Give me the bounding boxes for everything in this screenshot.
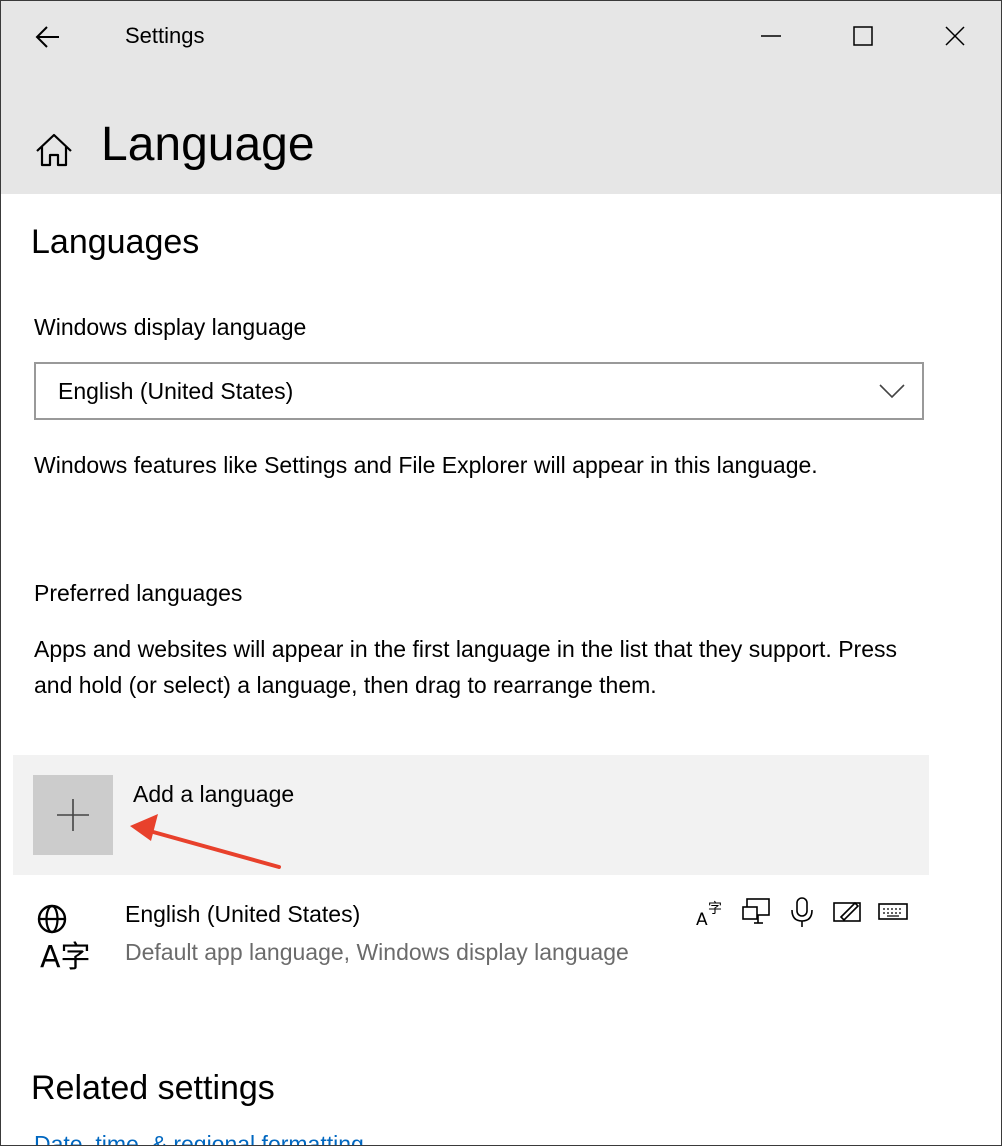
home-icon[interactable] (31, 129, 77, 173)
languages-heading: Languages (31, 223, 200, 261)
close-button[interactable] (923, 11, 987, 61)
display-language-dropdown[interactable]: English (United States) (34, 362, 924, 420)
svg-text:A: A (696, 910, 708, 929)
preferred-languages-description: Apps and websites will appear in the fir… (34, 636, 897, 698)
title-bar: Settings Language (1, 1, 1001, 194)
text-to-speech-icon: A 字 (696, 901, 722, 929)
settings-window: Settings Language Languages Windows disp… (0, 0, 1002, 1146)
back-arrow-icon (35, 26, 59, 48)
plus-icon (57, 799, 89, 831)
installed-language-name[interactable]: English (United States) (125, 901, 360, 928)
add-language-label: Add a language (133, 781, 295, 807)
add-icon-tile (33, 775, 113, 855)
close-icon (945, 26, 965, 46)
chevron-down-icon (879, 384, 905, 399)
back-button[interactable] (23, 15, 73, 59)
minimize-icon (761, 35, 781, 37)
minimize-button[interactable] (739, 11, 803, 61)
page-title: Language (101, 118, 315, 171)
display-language-value: English (United States) (58, 378, 294, 404)
speech-icon (791, 897, 813, 927)
handwriting-icon (833, 901, 861, 922)
svg-text:字: 字 (708, 901, 722, 917)
window-title: Settings (125, 23, 205, 48)
keyboard-icon (878, 903, 908, 920)
preferred-languages-label: Preferred languages (34, 580, 243, 606)
display-language-description: Windows features like Settings and File … (34, 452, 818, 478)
related-settings-heading: Related settings (31, 1069, 275, 1107)
installed-language-detail: Default app language, Windows display la… (125, 939, 629, 965)
maximize-button[interactable] (831, 11, 895, 61)
maximize-icon (853, 26, 873, 46)
svg-text:A字: A字 (40, 940, 91, 971)
display-language-icon (742, 898, 770, 924)
language-glyph-icon: A字 (37, 904, 91, 971)
add-language-button[interactable]: Add a language (13, 755, 929, 875)
date-time-regional-link[interactable]: Date, time, & regional formatting (34, 1131, 364, 1145)
display-language-label: Windows display language (34, 314, 307, 340)
